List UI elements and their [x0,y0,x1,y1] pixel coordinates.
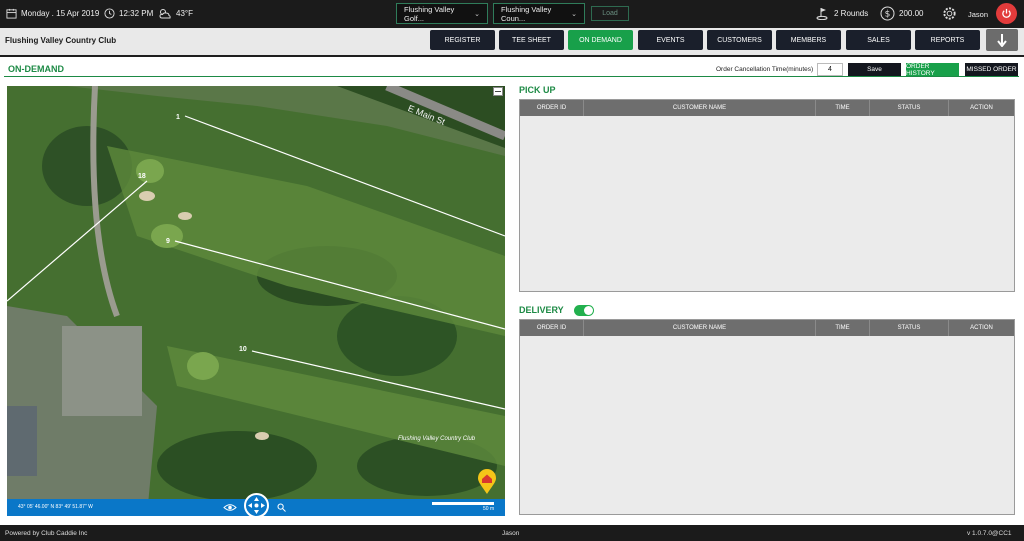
page-title: ON-DEMAND [8,64,64,74]
top-bar: Monday . 15 Apr 2019 12:32 PM 43°F Flush… [0,0,1024,28]
delivery-title: DELIVERY [519,305,564,315]
rounds-text: 2 Rounds [834,9,869,18]
nav-reports[interactable]: REPORTS [915,30,980,50]
home-location-pin-icon[interactable] [477,469,497,497]
power-icon [1002,8,1011,18]
hole-marker-10[interactable]: 10 [239,346,247,353]
svg-text:$: $ [885,10,891,20]
delivery-col-order-id[interactable]: ORDER ID [520,320,584,336]
delivery-table: ORDER ID CUSTOMER NAME TIME STATUS ACTIO… [519,319,1015,515]
date-text: Monday . 15 Apr 2019 [21,9,100,18]
nav-tee-sheet[interactable]: TEE SHEET [499,30,564,50]
hole-marker-9[interactable]: 9 [166,238,170,245]
time-display: 12:32 PM [104,8,153,19]
map-toolbar: 43° 05' 46.00" N 83° 49' 51.87" W 50 m [7,493,505,516]
course-select[interactable]: Flushing Valley Golf... ⌄ [396,3,488,24]
download-button[interactable] [986,29,1018,51]
hole-marker-1[interactable]: 1 [176,114,180,121]
delivery-col-time[interactable]: TIME [816,320,870,336]
pan-control[interactable] [244,493,269,516]
map-collapse-button[interactable] [493,87,503,96]
footer-bar: Powered by Club Caddie Inc Jason v 1.0.7… [0,525,1024,541]
pickup-col-action[interactable]: ACTION [949,100,1014,116]
chevron-down-icon: ⌄ [571,10,577,18]
delivery-col-status[interactable]: STATUS [870,320,949,336]
rounds-display: 2 Rounds [816,7,868,20]
golf-icon [816,8,828,20]
nav-members[interactable]: MEMBERS [776,30,841,50]
map-scale-bar [432,502,494,505]
cancel-time-input[interactable]: 4 [817,63,843,76]
partly-cloudy-icon [159,9,171,19]
pickup-col-customer-name[interactable]: CUSTOMER NAME [584,100,816,116]
nav-register[interactable]: REGISTER [430,30,495,50]
pickup-col-order-id[interactable]: ORDER ID [520,100,584,116]
time-text: 12:32 PM [119,9,154,18]
nav-customers[interactable]: CUSTOMERS [707,30,772,50]
nav-on-demand[interactable]: ON DEMAND [568,30,633,50]
save-button[interactable]: Save [848,63,901,76]
clock-icon [104,8,115,19]
cancel-time-label: Order Cancellation Time(minutes) [716,66,814,73]
satellite-imagery [7,86,505,516]
balance-text: 200.00 [899,9,924,18]
club-select[interactable]: Flushing Valley Coun... ⌄ [493,3,585,24]
arrow-down-icon [997,34,1007,47]
pickup-col-status[interactable]: STATUS [870,100,949,116]
eye-icon[interactable] [223,503,237,512]
nav-bar: Flushing Valley Country Club REGISTER TE… [0,28,1024,55]
delivery-table-header: ORDER ID CUSTOMER NAME TIME STATUS ACTIO… [520,320,1014,336]
load-button[interactable]: Load [591,6,629,21]
hole-marker-18[interactable]: 18 [138,173,146,180]
pickup-title: PICK UP [519,85,556,95]
footer-user: Jason [502,530,520,537]
date-display: Monday . 15 Apr 2019 [6,8,99,19]
chevron-down-icon: ⌄ [474,10,480,18]
calendar-icon [6,8,17,19]
zoom-icon[interactable] [277,503,286,512]
pickup-table: ORDER ID CUSTOMER NAME TIME STATUS ACTIO… [519,99,1015,292]
title-divider [4,76,1019,77]
delivery-toggle[interactable] [574,305,594,316]
dollar-icon: $ [880,6,895,21]
delivery-col-action[interactable]: ACTION [949,320,1014,336]
weather-text: 43°F [176,9,193,18]
course-map[interactable]: E Main St Flushing Valley Country Club 1… [7,86,505,516]
toggle-knob [584,306,593,315]
settings-gear-icon[interactable] [942,6,957,23]
weather-display: 43°F [158,8,193,19]
pickup-table-header: ORDER ID CUSTOMER NAME TIME STATUS ACTIO… [520,100,1014,116]
user-name: Jason [968,10,989,19]
missed-order-button[interactable]: MISSED ORDER [965,63,1018,76]
order-history-button[interactable]: ORDER HISTORY [906,63,959,77]
nav-sales[interactable]: SALES [846,30,911,50]
power-button[interactable] [996,3,1017,24]
delivery-col-customer-name[interactable]: CUSTOMER NAME [584,320,816,336]
club-map-label: Flushing Valley Country Club [398,436,476,442]
on-demand-panel: ON-DEMAND Order Cancellation Time(minute… [0,57,1024,525]
nav-events[interactable]: EVENTS [638,30,703,50]
pan-arrows-icon [248,497,265,514]
pickup-col-time[interactable]: TIME [816,100,870,116]
club-name: Flushing Valley Country Club [5,36,117,45]
minus-icon [495,91,501,92]
map-scale-label: 50 m [483,506,495,512]
balance-display: $ 200.00 [880,6,923,21]
coordinates-readout: 43° 05' 46.00" N 83° 49' 51.87" W [18,504,93,510]
version-text: v 1.0.7.0@CC1 [967,530,1012,537]
powered-by-text: Powered by Club Caddie Inc [5,530,88,537]
